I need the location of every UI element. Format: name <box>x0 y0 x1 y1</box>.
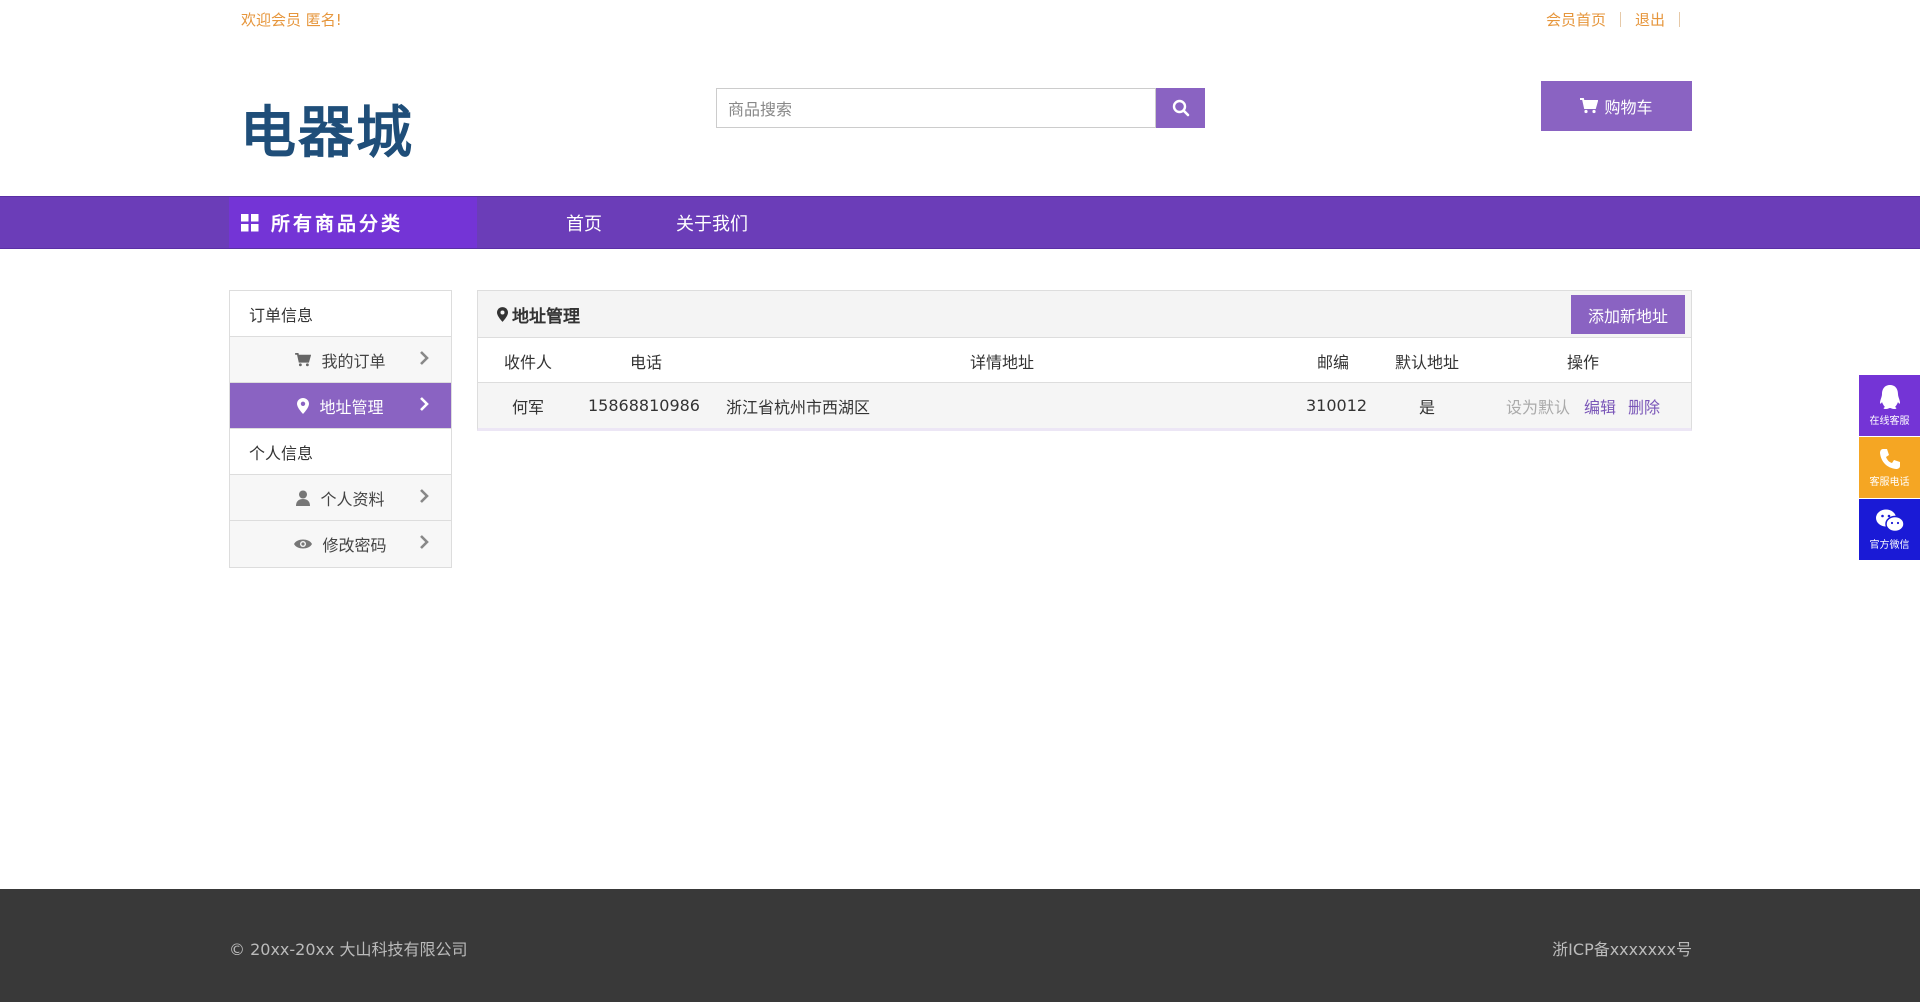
cart-icon <box>1580 98 1599 114</box>
map-marker-icon <box>297 397 310 414</box>
float-label: 客服电话 <box>1869 477 1910 488</box>
side-item-label: 地址管理 <box>319 397 384 417</box>
column-header: 电话 <box>630 352 663 372</box>
eye-icon <box>294 539 313 549</box>
column-header: 邮编 <box>1317 352 1350 372</box>
phone-cell: 15868810986 <box>588 396 700 415</box>
all-categories-label: 所有商品分类 <box>271 213 404 235</box>
table-row: 何军 15868810986 浙江省杭州市西湖区 310012 是 设为默认 编… <box>478 383 1691 428</box>
chevron-right-icon <box>420 489 429 503</box>
side-item-label: 个人资料 <box>320 489 385 509</box>
column-header: 操作 <box>1567 352 1600 372</box>
side-item-password[interactable]: 修改密码 <box>230 521 451 567</box>
column-header: 详情地址 <box>970 352 1035 372</box>
default-cell: 是 <box>1419 397 1436 417</box>
add-address-button[interactable]: 添加新地址 <box>1571 295 1685 334</box>
logout-link[interactable]: 退出 <box>1621 9 1679 30</box>
recipient-cell: 何军 <box>512 397 545 417</box>
all-categories-menu[interactable]: 所有商品分类 <box>229 197 477 248</box>
set-default-link[interactable]: 设为默认 <box>1506 383 1570 428</box>
cart-label: 购物车 <box>1604 98 1653 117</box>
zip-cell: 310012 <box>1306 396 1368 415</box>
grid-icon <box>241 213 259 231</box>
float-label: 官方微信 <box>1869 540 1910 551</box>
site-logo[interactable]: 电器城 <box>240 88 414 169</box>
side-item-profile[interactable]: 个人资料 <box>230 475 451 521</box>
wechat-icon <box>1875 509 1905 533</box>
address-cell: 浙江省杭州市西湖区 <box>726 397 871 417</box>
search-input[interactable]: 商品搜索 <box>716 88 1156 128</box>
qq-icon <box>1879 385 1900 409</box>
side-item-label: 我的订单 <box>321 351 386 371</box>
side-menu: 订单信息 我的订单 地址管理 个人信息 个人资料 修改密码 <box>229 290 452 568</box>
float-label: 在线客服 <box>1869 416 1910 427</box>
cart-icon <box>295 352 312 366</box>
top-bar: 欢迎会员 匿名! 会员首页 退出 <box>0 0 1920 36</box>
search-icon <box>1172 99 1189 117</box>
online-service-button[interactable]: 在线客服 <box>1859 375 1920 436</box>
side-group-orders: 订单信息 <box>230 291 451 337</box>
edit-link[interactable]: 编辑 <box>1584 383 1616 428</box>
divider <box>1679 12 1680 27</box>
main-nav: 所有商品分类 首页 关于我们 <box>0 196 1920 249</box>
chevron-right-icon <box>420 397 429 411</box>
map-marker-icon <box>497 306 508 322</box>
welcome-text: 欢迎会员 匿名! <box>241 11 342 29</box>
member-home-link[interactable]: 会员首页 <box>1532 9 1620 30</box>
nav-item-home[interactable]: 首页 <box>566 197 602 248</box>
search-bar: 商品搜索 <box>716 88 1205 128</box>
table-header: 收件人 电话 详情地址 邮编 默认地址 操作 <box>478 338 1691 383</box>
side-item-my-orders[interactable]: 我的订单 <box>230 337 451 383</box>
search-button[interactable] <box>1156 88 1205 128</box>
wechat-button[interactable]: 官方微信 <box>1859 499 1920 560</box>
service-phone-button[interactable]: 客服电话 <box>1859 437 1920 498</box>
footer: © 20xx-20xx 大山科技有限公司 浙ICP备xxxxxxx号 <box>0 889 1920 1002</box>
top-links: 会员首页 退出 <box>1532 9 1680 30</box>
side-item-label: 修改密码 <box>322 536 387 555</box>
panel-title: 地址管理 <box>512 306 580 327</box>
chevron-right-icon <box>420 535 429 549</box>
column-header: 收件人 <box>504 352 553 372</box>
phone-icon <box>1879 449 1900 469</box>
panel-header: 地址管理 添加新地址 <box>478 291 1691 338</box>
nav-item-about[interactable]: 关于我们 <box>676 197 748 248</box>
side-group-personal: 个人信息 <box>230 429 451 475</box>
cart-button[interactable]: 购物车 <box>1541 81 1692 131</box>
address-panel: 地址管理 添加新地址 收件人 电话 详情地址 邮编 默认地址 操作 何军 158… <box>477 290 1692 431</box>
delete-link[interactable]: 删除 <box>1628 383 1660 428</box>
chevron-right-icon <box>420 351 429 365</box>
copyright-text: © 20xx-20xx 大山科技有限公司 <box>229 940 468 959</box>
column-header: 默认地址 <box>1395 352 1460 372</box>
icp-link[interactable]: 浙ICP备xxxxxxx号 <box>1552 936 1692 960</box>
user-icon <box>296 490 311 506</box>
side-item-address[interactable]: 地址管理 <box>230 383 451 429</box>
